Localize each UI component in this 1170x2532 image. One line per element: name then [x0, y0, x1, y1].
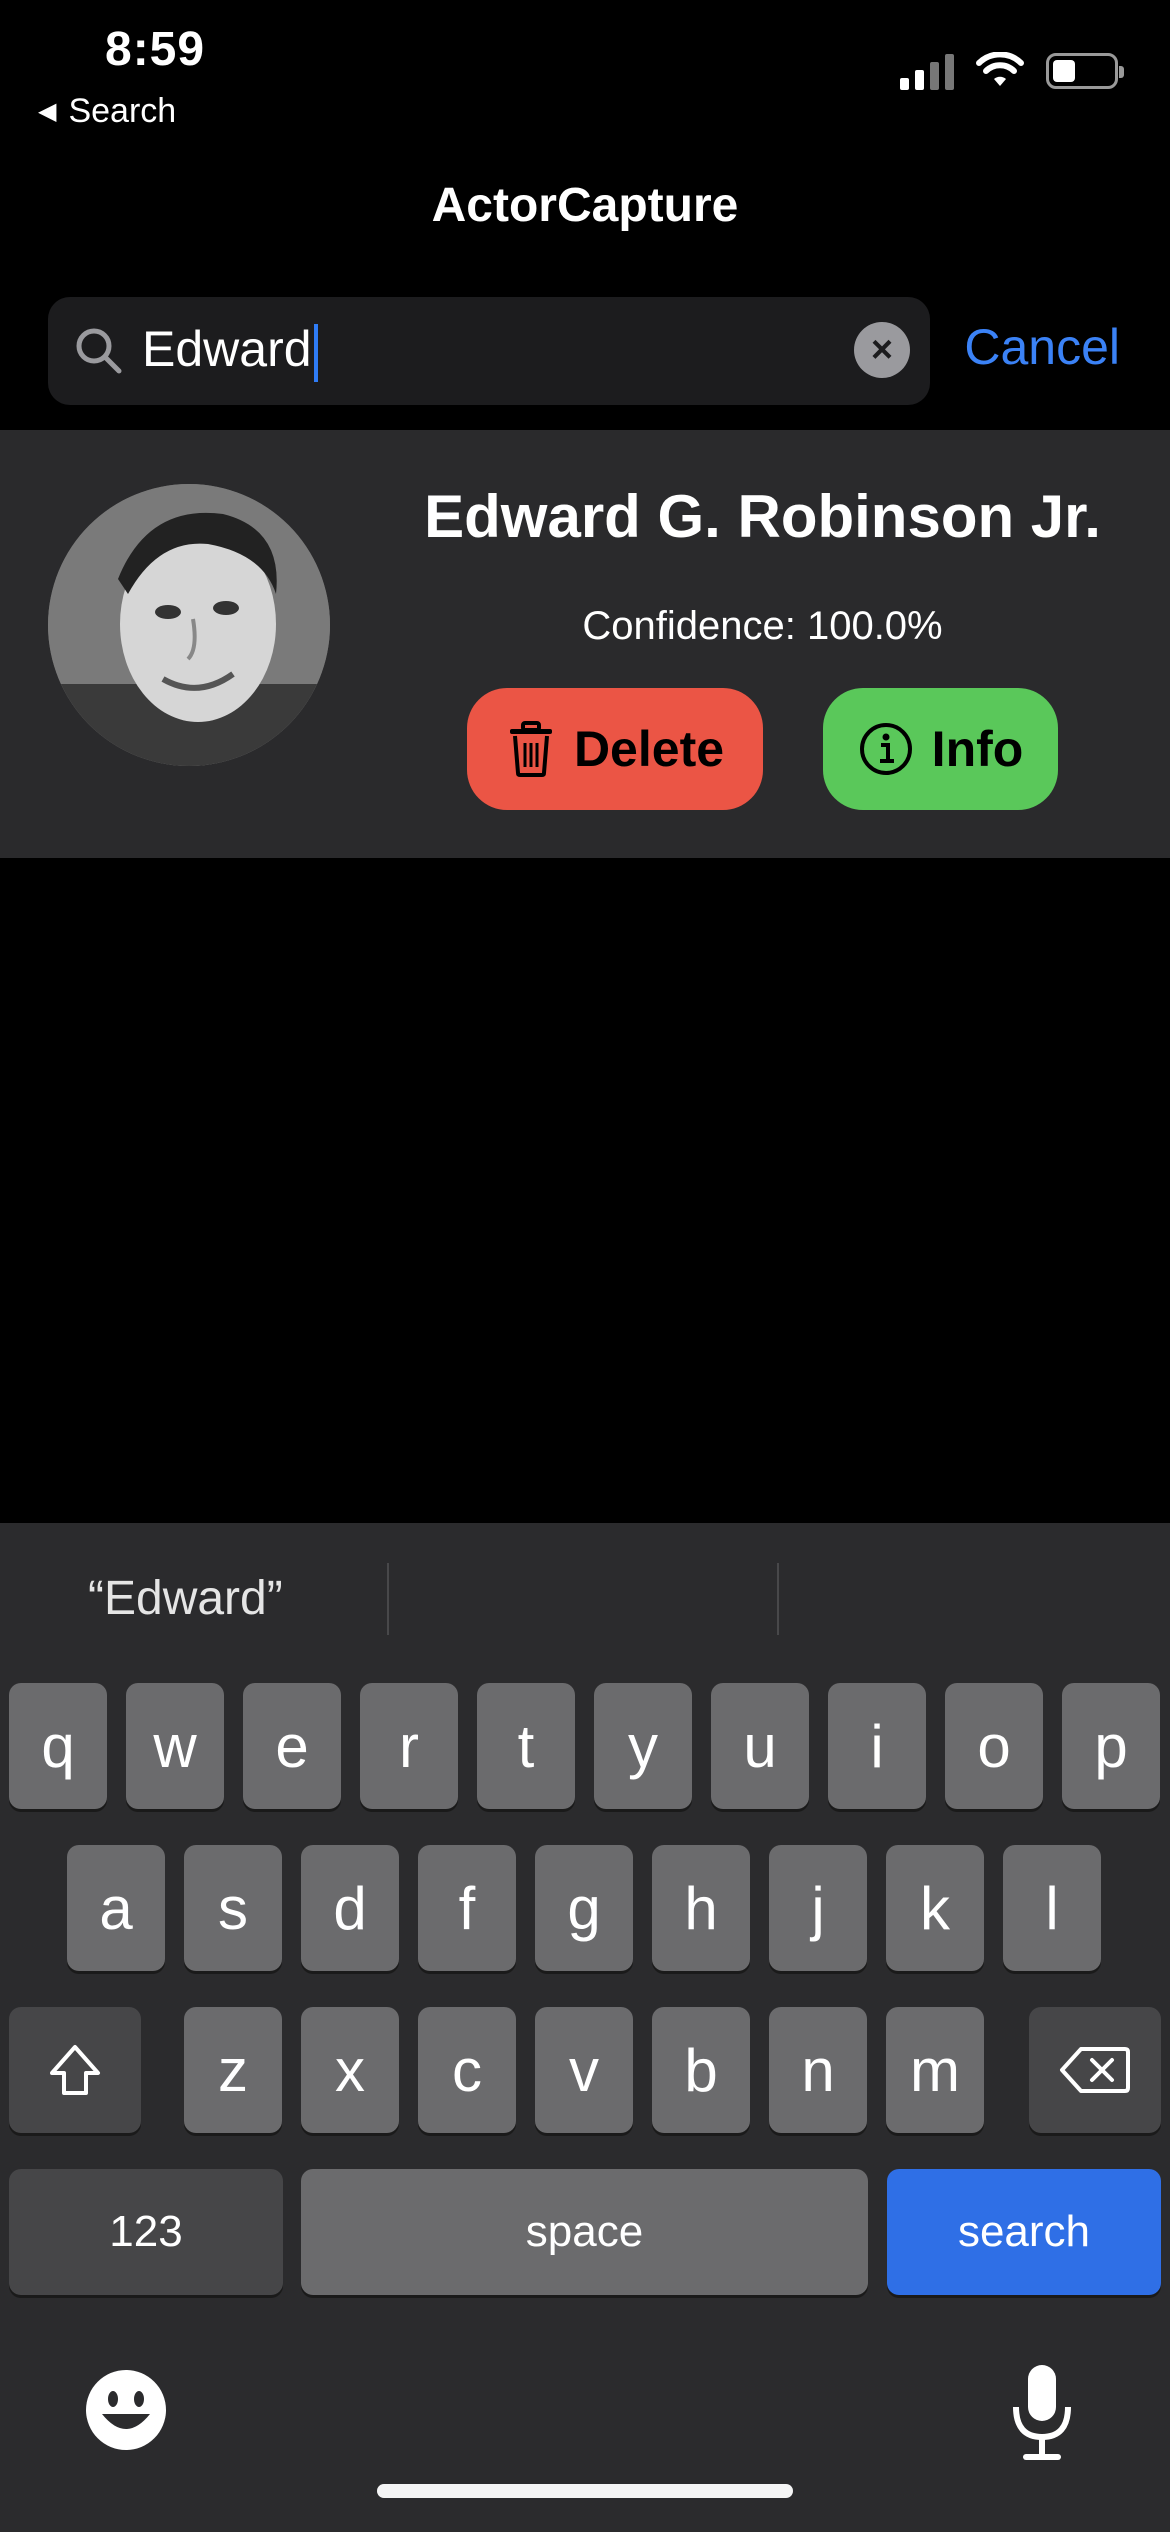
key-u[interactable]: u	[711, 1683, 809, 1809]
delete-label: Delete	[573, 721, 725, 777]
actor-photo	[48, 484, 330, 766]
actor-avatar	[48, 484, 330, 766]
key-c[interactable]: c	[418, 2007, 516, 2133]
numbers-key[interactable]: 123	[9, 2169, 283, 2295]
backspace-icon	[1060, 2047, 1130, 2093]
key-e[interactable]: e	[243, 1683, 341, 1809]
search-value: Edward	[142, 321, 312, 378]
key-q[interactable]: q	[9, 1683, 107, 1809]
key-t[interactable]: t	[477, 1683, 575, 1809]
key-j[interactable]: j	[769, 1845, 867, 1971]
key-d[interactable]: d	[301, 1845, 399, 1971]
key-i[interactable]: i	[828, 1683, 926, 1809]
key-g[interactable]: g	[535, 1845, 633, 1971]
home-indicator[interactable]	[377, 2484, 793, 2498]
key-x[interactable]: x	[301, 2007, 399, 2133]
page-title: ActorCapture	[431, 179, 739, 232]
delete-button[interactable]: Delete	[467, 688, 763, 810]
suggestion-bar: “Edward”	[0, 1523, 1170, 1673]
back-label: Search	[68, 92, 177, 130]
space-key[interactable]: space	[301, 2169, 868, 2295]
key-b[interactable]: b	[652, 2007, 750, 2133]
key-v[interactable]: v	[535, 2007, 633, 2133]
info-icon	[859, 723, 912, 775]
suggestion-item[interactable]: “Edward”	[88, 1571, 283, 1626]
info-label: Info	[931, 721, 1024, 777]
key-o[interactable]: o	[945, 1683, 1043, 1809]
status-time: 8:59	[105, 23, 206, 76]
clear-icon: ×	[870, 329, 894, 371]
search-key[interactable]: search	[887, 2169, 1161, 2295]
text-caret	[313, 323, 318, 382]
confidence-label: Confidence: 100.0%	[582, 604, 943, 648]
battery-icon	[1046, 53, 1124, 89]
backspace-key[interactable]	[1029, 2007, 1161, 2133]
result-card: Edward G. Robinson Jr. Confidence: 100.0…	[0, 430, 1170, 858]
back-triangle-icon: ◀	[38, 98, 57, 125]
key-p[interactable]: p	[1062, 1683, 1160, 1809]
suggestion-divider	[387, 1563, 389, 1635]
key-n[interactable]: n	[769, 2007, 867, 2133]
wifi-icon	[976, 52, 1024, 86]
search-text: Edward	[142, 320, 318, 382]
key-w[interactable]: w	[126, 1683, 224, 1809]
shift-icon	[50, 2045, 100, 2095]
cancel-button[interactable]: Cancel	[964, 318, 1120, 376]
actor-name: Edward G. Robinson Jr.	[424, 483, 1101, 550]
key-m[interactable]: m	[886, 2007, 984, 2133]
key-l[interactable]: l	[1003, 1845, 1101, 1971]
suggestion-divider	[777, 1563, 779, 1635]
key-r[interactable]: r	[360, 1683, 458, 1809]
microphone-icon	[1013, 2365, 1071, 2460]
info-button[interactable]: Info	[823, 688, 1058, 810]
key-a[interactable]: a	[67, 1845, 165, 1971]
status-icons	[900, 52, 1124, 90]
key-s[interactable]: s	[184, 1845, 282, 1971]
trash-icon	[509, 721, 552, 777]
keyboard: “Edward” q w e r t y u i o p a s d f g h…	[0, 1523, 1170, 2532]
search-icon	[76, 328, 122, 374]
emoji-icon	[86, 2370, 166, 2450]
key-k[interactable]: k	[886, 1845, 984, 1971]
key-z[interactable]: z	[184, 2007, 282, 2133]
back-to-search-link[interactable]: ◀ Search	[38, 92, 176, 131]
emoji-button[interactable]	[84, 2368, 168, 2452]
key-y[interactable]: y	[594, 1683, 692, 1809]
key-f[interactable]: f	[418, 1845, 516, 1971]
clear-search-button[interactable]: ×	[854, 322, 910, 378]
shift-key[interactable]	[9, 2007, 141, 2133]
dictation-button[interactable]	[1010, 2363, 1074, 2463]
key-h[interactable]: h	[652, 1845, 750, 1971]
cellular-signal-icon	[900, 52, 954, 90]
search-input[interactable]: Edward ×	[48, 297, 930, 405]
